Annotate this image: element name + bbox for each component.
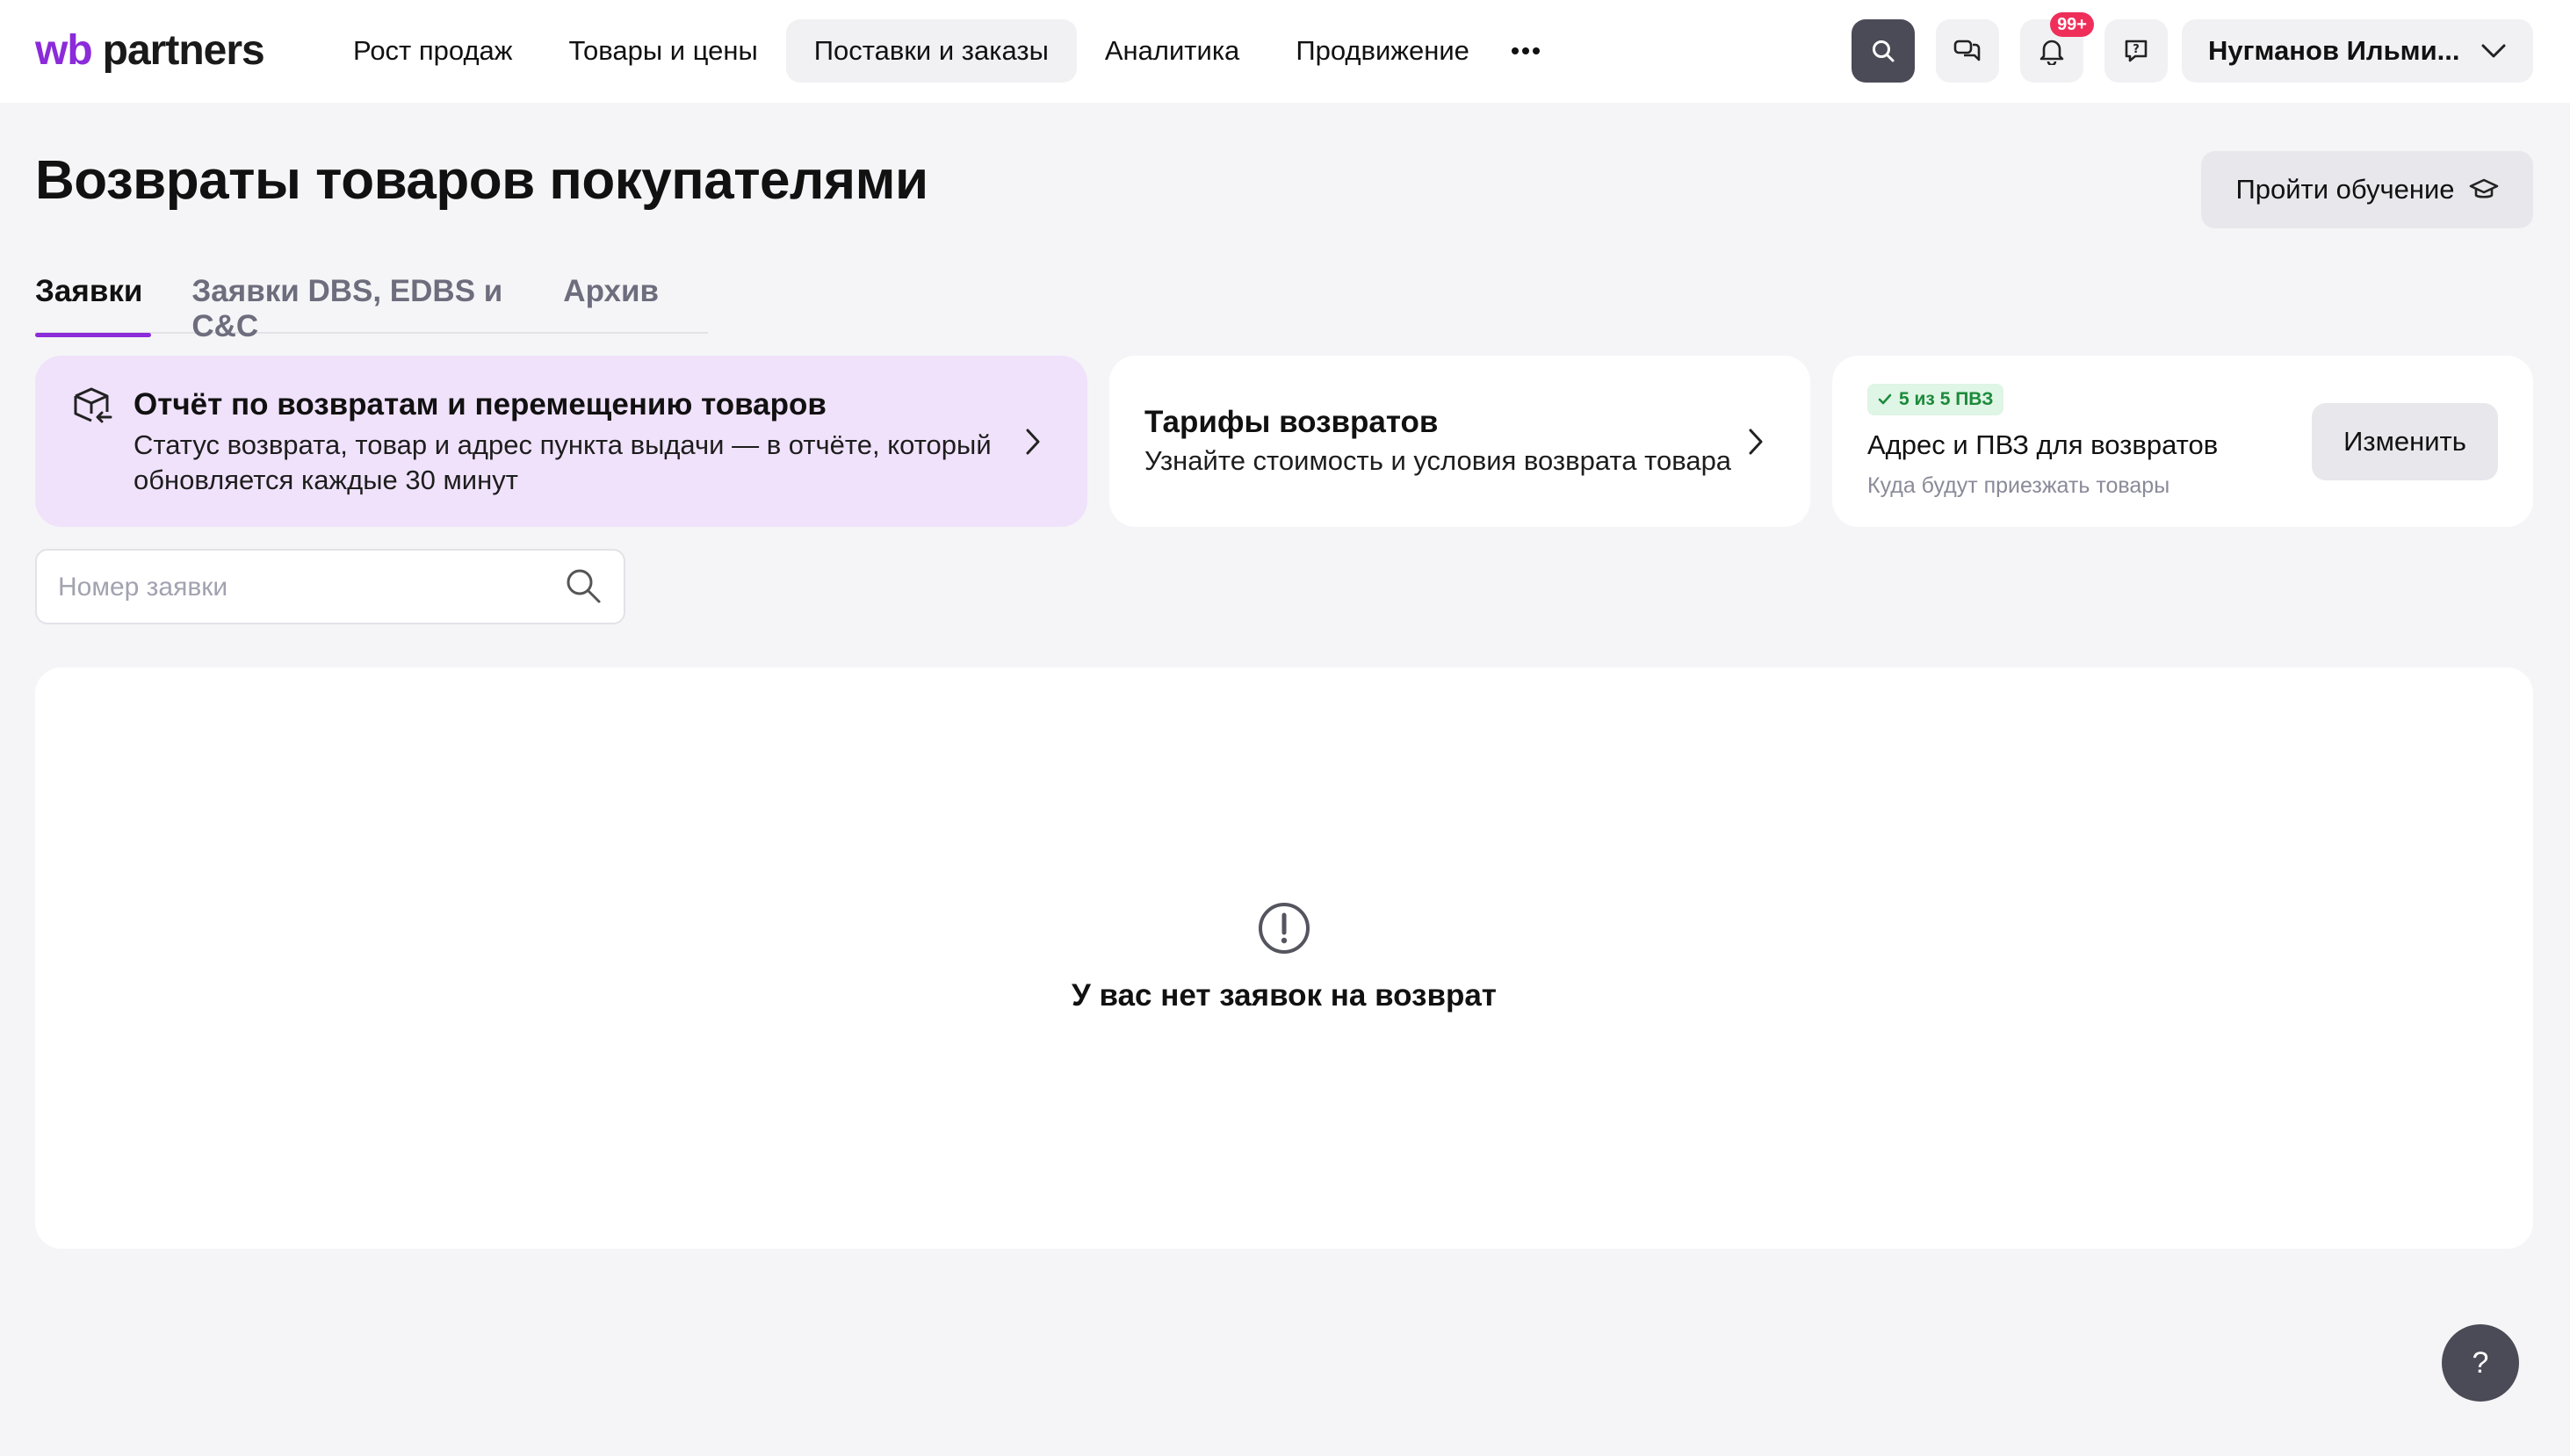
search-button[interactable] [1852, 19, 1915, 83]
empty-state-text: У вас нет заявок на возврат [1072, 978, 1497, 1013]
search-icon [1873, 40, 1895, 62]
request-search [35, 549, 625, 624]
exclamation-circle-icon [1259, 903, 1310, 954]
request-number-input[interactable] [58, 566, 550, 609]
top-header: wb partners Рост продаж Товары и цены По… [0, 0, 2570, 103]
logo-partners: partners [102, 27, 265, 74]
chat-icon [1953, 40, 1981, 61]
tab-requests[interactable]: Заявки [35, 274, 152, 337]
main-nav: Рост продаж Товары и цены Поставки и зак… [325, 19, 1554, 83]
report-description: Статус возврата, товар и адрес пункта вы… [134, 429, 992, 495]
nav-analytics[interactable]: Аналитика [1077, 19, 1267, 83]
notifications-button[interactable]: 99+ [2020, 12, 2094, 83]
svg-text:?: ? [2133, 43, 2140, 56]
user-name: Нугманов Ильми... [2208, 35, 2460, 66]
help-button[interactable]: ? [2442, 1324, 2519, 1402]
report-title: Отчёт по возвратам и перемещению товаров [134, 387, 827, 422]
chevron-right-icon [1749, 429, 1763, 455]
pvz-status-badge: 5 из 5 ПВЗ [1867, 384, 2004, 415]
tab-archive[interactable]: Архив [563, 274, 659, 334]
learn-button-label: Пройти обучение [2235, 174, 2455, 205]
notifications-badge: 99+ [2050, 12, 2094, 37]
nav-supplies-orders[interactable]: Поставки и заказы [785, 19, 1077, 83]
report-card[interactable]: Отчёт по возвратам и перемещению товаров… [35, 356, 1087, 527]
user-menu[interactable]: Нугманов Ильми... [2182, 19, 2533, 83]
page-title: Возвраты товаров покупателями [35, 150, 928, 211]
tariffs-title: Тарифы возвратов [1144, 405, 1439, 439]
nav-sales-growth[interactable]: Рост продаж [325, 19, 541, 83]
bell-icon [2039, 40, 2064, 65]
check-icon [1878, 393, 1892, 405]
logo-wb: wb [35, 27, 93, 74]
graduation-cap-icon [2469, 178, 2498, 198]
learn-button[interactable]: Пройти обучение [2201, 151, 2533, 228]
change-address-button[interactable]: Изменить [2312, 403, 2498, 480]
tab-dbs-requests[interactable]: Заявки DBS, EDBS и C&C [191, 274, 514, 343]
support-button[interactable]: ? [2104, 19, 2168, 83]
support-icon: ? [2125, 40, 2148, 62]
search-icon[interactable] [564, 566, 603, 605]
tariffs-card[interactable]: Тарифы возвратов Узнайте стоимость и усл… [1109, 356, 1810, 527]
chevron-down-icon [2481, 44, 2506, 58]
nav-products-prices[interactable]: Товары и цены [541, 19, 786, 83]
box-return-icon [74, 387, 112, 423]
address-card: 5 из 5 ПВЗ Адрес и ПВЗ для возвратов Куд… [1832, 356, 2533, 527]
nav-promotion[interactable]: Продвижение [1267, 19, 1498, 83]
tabs: Заявки Заявки DBS, EDBS и C&C Архив [35, 274, 708, 343]
wb-partners-logo[interactable]: wb partners [35, 26, 265, 76]
more-icon[interactable] [1498, 19, 1554, 83]
chat-button[interactable] [1936, 19, 1999, 83]
tariffs-description: Узнайте стоимость и условия возврата тов… [1144, 445, 1732, 476]
requests-panel: У вас нет заявок на возврат [35, 667, 2533, 1249]
address-title: Адрес и ПВЗ для возвратов [1867, 429, 2219, 460]
address-subtitle: Куда будут приезжать товары [1867, 473, 2170, 498]
pvz-badge-text: 5 из 5 ПВЗ [1899, 389, 1994, 409]
chevron-right-icon [1026, 429, 1040, 455]
